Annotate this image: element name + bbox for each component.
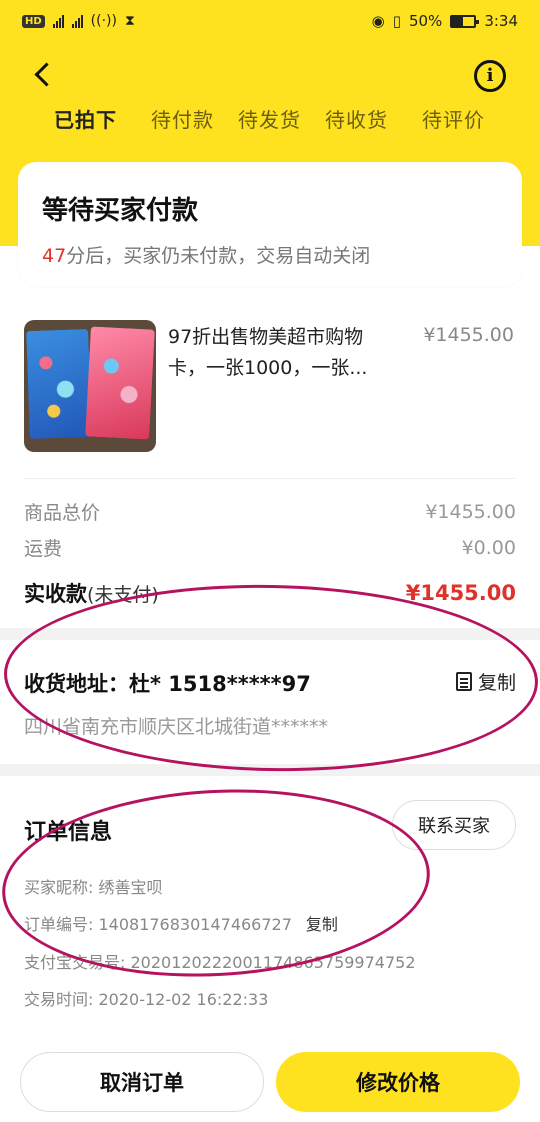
received-note: (未支付) (87, 584, 159, 606)
hourglass-icon: ⧗ (124, 13, 135, 29)
battery-percent: 50% (408, 12, 443, 30)
modify-price-button[interactable]: 修改价格 (276, 1052, 520, 1112)
copy-address-button[interactable]: 复制 (455, 668, 516, 695)
goods-total-value: ¥1455.00 (425, 500, 516, 523)
battery-icon (450, 14, 480, 28)
order-number: 订单编号: 1408176830147466727 (24, 915, 292, 934)
goods-total-label: 商品总价 (24, 502, 101, 524)
buyer-nickname: 买家昵称: 绣善宝呗 (24, 878, 163, 897)
copy-address-label: 复制 (477, 672, 516, 694)
divider (24, 478, 516, 479)
tab-pending-payment[interactable]: 待付款 (151, 104, 214, 133)
address-detail: 四川省南充市顺庆区北城街道****** (24, 716, 329, 738)
section-gap (0, 764, 540, 776)
tab-pending-receipt[interactable]: 待收货 (325, 104, 388, 133)
countdown-minutes: 47 (42, 245, 67, 267)
status-title: 等待买家付款 (42, 196, 199, 226)
status-message: 47分后，买家仍未付款，交易自动关闭 (42, 245, 371, 267)
tab-bought[interactable]: 已拍下 (54, 104, 117, 133)
product-price: ¥1455.00 (423, 324, 514, 346)
tab-pending-shipment[interactable]: 待发货 (238, 104, 301, 133)
clock: 3:34 (484, 12, 518, 30)
signal-icon (52, 14, 64, 28)
product-card-blue (26, 328, 92, 440)
alipay-number: 支付宝交易号: 2020120222001174865759974752 (24, 953, 416, 972)
shipping-value: ¥0.00 (461, 536, 516, 559)
copy-order-number-button[interactable]: 复制 (306, 915, 338, 934)
vibrate-icon: ▯ (392, 12, 401, 30)
status-card: 等待买家付款 47分后，买家仍未付款，交易自动关闭 (18, 162, 522, 286)
order-number-line: 订单编号: 1408176830147466727 复制 (24, 911, 338, 935)
copy-icon (455, 672, 472, 691)
cancel-order-button[interactable]: 取消订单 (20, 1052, 264, 1112)
contact-buyer-button[interactable]: 联系买家 (392, 800, 516, 850)
eye-icon: ◉ (371, 12, 385, 30)
hotspot-icon: ((·)) (90, 13, 117, 29)
hd-badge: HD (22, 14, 45, 28)
order-status-tabs: 已拍下 待付款 待发货 待收货 待评价 (0, 104, 540, 140)
status-bar: HD ((·)) ⧗ ◉ ▯ 50% 3:34 (0, 0, 540, 42)
order-info-title: 订单信息 (24, 820, 113, 845)
product-image[interactable] (24, 320, 156, 452)
address-title: 收货地址：杜* 1518*****97 (24, 672, 311, 696)
info-icon[interactable]: i (474, 60, 506, 92)
shipping-row: 运费 ¥0.00 (24, 534, 516, 561)
received-label: 实收款(未支付) (24, 582, 159, 606)
received-row: 实收款(未支付) ¥1455.00 (24, 578, 516, 608)
section-gap (0, 628, 540, 640)
back-button[interactable] (26, 56, 62, 96)
product-title[interactable]: 97折出售物美超市购物卡，一张1000，一张... (168, 322, 400, 384)
trade-time: 交易时间: 2020-12-02 16:22:33 (24, 990, 269, 1009)
goods-total-row: 商品总价 ¥1455.00 (24, 498, 516, 525)
received-value: ¥1455.00 (405, 581, 516, 605)
shipping-label: 运费 (24, 538, 63, 560)
tab-pending-review[interactable]: 待评价 (422, 104, 485, 133)
product-card-red (85, 326, 155, 440)
signal-icon (71, 14, 83, 28)
